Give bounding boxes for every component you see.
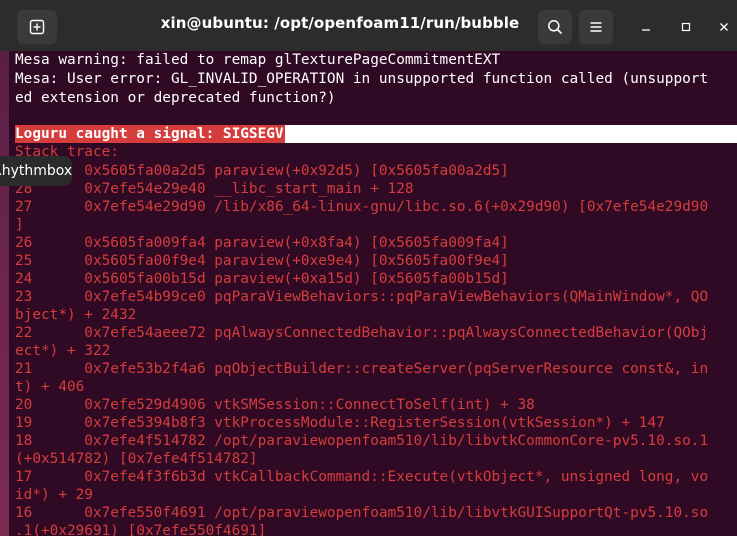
maximize-icon (681, 22, 691, 32)
signal-message: Loguru caught a signal: SIGSEGV (15, 125, 285, 143)
stack-trace-line: 27 0x7efe54e29d90 /lib/x86_64-linux-gnu/… (15, 199, 709, 215)
dock-tooltip: Rhythmbox (0, 156, 72, 186)
terminal-output[interactable]: Mesa warning: failed to remap glTextureP… (9, 51, 737, 536)
stack-trace-line: 23 0x7efe54b99ce0 pqParaViewBehaviors::p… (15, 289, 709, 305)
menu-button[interactable] (579, 10, 613, 44)
minimize-button[interactable] (632, 13, 660, 41)
stack-trace-line: 29 0x5605fa00a2d5 paraview(+0x92d5) [0x5… (15, 163, 509, 179)
stack-trace-line: ] (15, 217, 24, 233)
stack-trace-line: 28 0x7efe54e29e40 __libc_start_main + 12… (15, 181, 414, 197)
signal-highlight-bar: Loguru caught a signal: SIGSEGV (15, 125, 737, 143)
stack-trace-line: ect*) + 322 (15, 343, 111, 359)
stack-trace-line: 18 0x7efe4f514782 /opt/paraviewopenfoam5… (15, 433, 709, 449)
stack-trace-line: t) + 406 (15, 379, 85, 395)
stack-trace-line: 16 0x7efe550f4691 /opt/paraviewopenfoam5… (15, 505, 709, 521)
stack-trace-line: (+0x514782) [0x7efe4f514782] (15, 451, 258, 467)
terminal-line: ed extension or deprecated function?) (15, 90, 336, 106)
stack-trace-line: 25 0x5605fa00f9e4 paraview(+0xe9e4) [0x5… (15, 253, 509, 269)
new-tab-button[interactable] (17, 10, 57, 44)
stack-trace-line: 17 0x7efe4f3f6b3d vtkCallbackCommand::Ex… (15, 469, 709, 485)
stack-trace-line: id*) + 29 (15, 487, 93, 503)
stack-trace-line: .1(+0x29691) [0x7efe550f4691] (15, 523, 267, 536)
stack-trace-line: 20 0x7efe529d4906 vtkSMSession::ConnectT… (15, 397, 535, 413)
terminal-window: xin@ubuntu: /opt/openfoam11/run/bubble M… (0, 0, 737, 536)
maximize-button[interactable] (672, 13, 700, 41)
terminal-line: Mesa: User error: GL_INVALID_OPERATION i… (15, 71, 709, 87)
stack-trace-line: 22 0x7efe54aeee72 pqAlwaysConnectedBehav… (15, 325, 709, 341)
title-bar: xin@ubuntu: /opt/openfoam11/run/bubble (0, 0, 737, 51)
stack-trace-line: bject*) + 2432 (15, 307, 137, 323)
hamburger-menu-icon (590, 22, 602, 32)
stack-trace-line: 21 0x7efe53b2f4a6 pqObjectBuilder::creat… (15, 361, 709, 377)
close-button[interactable] (710, 13, 737, 41)
search-button[interactable] (538, 10, 572, 44)
close-icon (720, 23, 728, 31)
search-icon (548, 20, 563, 35)
stack-trace-line: 19 0x7efe5394b8f3 vtkProcessModule::Regi… (15, 415, 665, 431)
new-tab-icon (29, 19, 45, 35)
terminal-line: Mesa warning: failed to remap glTextureP… (15, 52, 501, 68)
stack-trace-line: 24 0x5605fa00b15d paraview(+0xa15d) [0x5… (15, 271, 509, 287)
desktop-background-strip (0, 51, 9, 536)
window-title: xin@ubuntu: /opt/openfoam11/run/bubble (160, 14, 520, 32)
minimize-icon (642, 29, 650, 31)
stack-trace-line: 26 0x5605fa009fa4 paraview(+0x8fa4) [0x5… (15, 235, 509, 251)
